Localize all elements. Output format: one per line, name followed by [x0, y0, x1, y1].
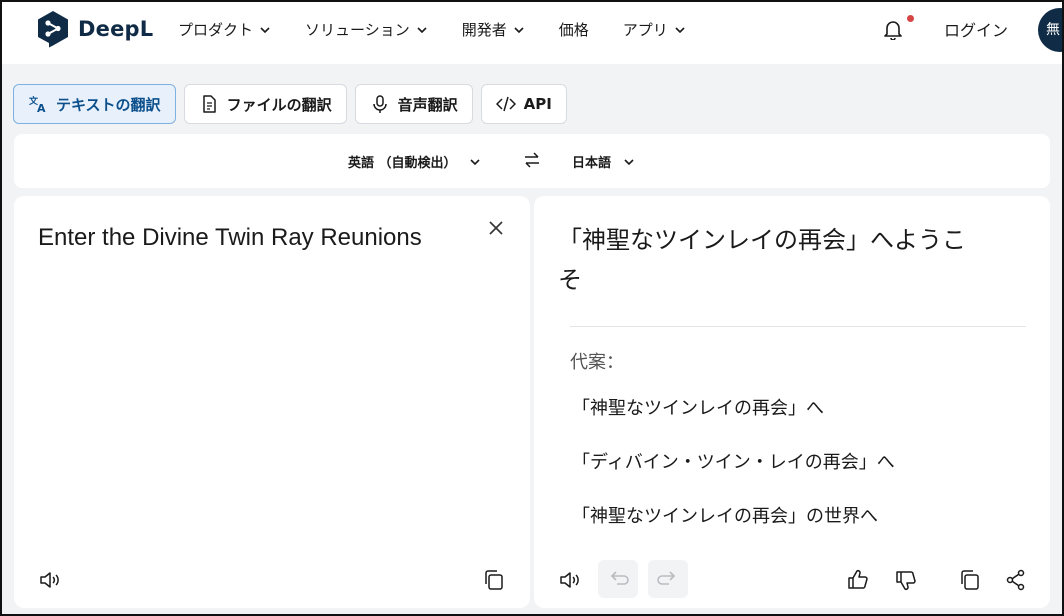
tab-text-translation-label: テキストの翻訳: [56, 95, 161, 114]
login-link[interactable]: ログイン: [944, 17, 1008, 41]
alternative-item[interactable]: 「ディバイン・ツイン・レイの再会」へ: [572, 448, 895, 474]
source-language-label: 英語 （自動検出）: [348, 156, 457, 171]
translation-output: 「神聖なツインレイの再会」へようこそ: [558, 226, 966, 294]
avatar[interactable]: 無: [1038, 8, 1064, 52]
chevron-down-icon: [417, 26, 427, 33]
tab-file-translation-label: ファイルの翻訳: [226, 95, 332, 114]
nav-solutions-label: ソリューション: [305, 21, 410, 39]
main-nav: プロダクト ソリューション 開発者 価格 アプリ: [178, 19, 720, 40]
copy-icon[interactable]: [958, 568, 982, 592]
tab-voice-translation[interactable]: 音声翻訳: [354, 84, 473, 124]
notification-dot: [907, 15, 914, 22]
target-language-selector[interactable]: 日本語: [572, 152, 635, 171]
chevron-down-icon: [260, 26, 270, 33]
nav-products[interactable]: プロダクト: [178, 19, 271, 40]
tab-voice-translation-label: 音声翻訳: [397, 95, 458, 114]
thumbs-up-icon[interactable]: [846, 568, 870, 592]
source-language-selector[interactable]: 英語 （自動検出）: [348, 152, 481, 171]
tab-api-label: API: [523, 95, 552, 113]
undo-icon: [610, 571, 629, 585]
speaker-icon[interactable]: [558, 568, 582, 592]
chevron-down-icon: [514, 26, 524, 33]
top-navigation: DeepL プロダクト ソリューション 開発者 価格 アプリ ログイン 無: [0, 0, 1064, 64]
target-language-label: 日本語: [572, 156, 612, 171]
document-icon: [202, 95, 216, 113]
alternative-item[interactable]: 「神聖なツインレイの再会」へ: [572, 394, 824, 420]
swap-languages-icon[interactable]: [522, 150, 542, 170]
nav-solutions[interactable]: ソリューション: [305, 19, 428, 40]
redo-button[interactable]: [648, 560, 688, 598]
alternative-item[interactable]: 「神聖なツインレイの再会」の世界へ: [572, 502, 878, 528]
brand-name: DeepL: [78, 17, 154, 41]
close-icon[interactable]: [486, 218, 506, 238]
source-text-input[interactable]: Enter the Divine Twin Ray Reunions: [38, 224, 422, 252]
nav-developers[interactable]: 開発者: [462, 19, 525, 40]
source-panel: Enter the Divine Twin Ray Reunions: [14, 196, 530, 608]
mode-tabs: 文 A テキストの翻訳 ファイルの翻訳 音声翻訳 API: [13, 84, 567, 124]
deepl-logo-icon: [38, 11, 68, 48]
chevron-down-icon: [469, 158, 480, 165]
code-icon: [495, 96, 516, 112]
language-bar: 英語 （自動検出） 日本語: [14, 134, 1050, 188]
target-panel: 「神聖なツインレイの再会」へようこそ 代案： 「神聖なツインレイの再会」へ 「デ…: [534, 196, 1050, 608]
alternatives-label: 代案：: [570, 352, 624, 373]
nav-apps[interactable]: アプリ: [623, 19, 686, 40]
chevron-down-icon: [624, 158, 634, 165]
copy-icon[interactable]: [482, 568, 506, 592]
tab-text-translation[interactable]: 文 A テキストの翻訳: [13, 84, 176, 124]
speaker-icon[interactable]: [38, 568, 62, 592]
chevron-down-icon: [675, 26, 685, 33]
nav-pricing-label: 価格: [558, 21, 589, 39]
divider: [570, 326, 1026, 327]
svg-text:A: A: [37, 102, 46, 114]
tab-file-translation[interactable]: ファイルの翻訳: [183, 84, 347, 124]
translate-icon: 文 A: [28, 95, 46, 114]
tab-api[interactable]: API: [480, 84, 567, 124]
undo-button[interactable]: [598, 560, 638, 598]
nav-pricing[interactable]: 価格: [559, 19, 589, 40]
microphone-icon: [372, 95, 387, 113]
deepl-logo[interactable]: DeepL: [36, 10, 153, 48]
share-icon[interactable]: [1004, 568, 1028, 592]
bell-icon[interactable]: [882, 18, 904, 40]
thumbs-down-icon[interactable]: [894, 568, 918, 592]
redo-icon: [657, 571, 676, 585]
nav-products-label: プロダクト: [178, 21, 254, 39]
nav-apps-label: アプリ: [622, 21, 668, 39]
nav-developers-label: 開発者: [461, 21, 507, 39]
